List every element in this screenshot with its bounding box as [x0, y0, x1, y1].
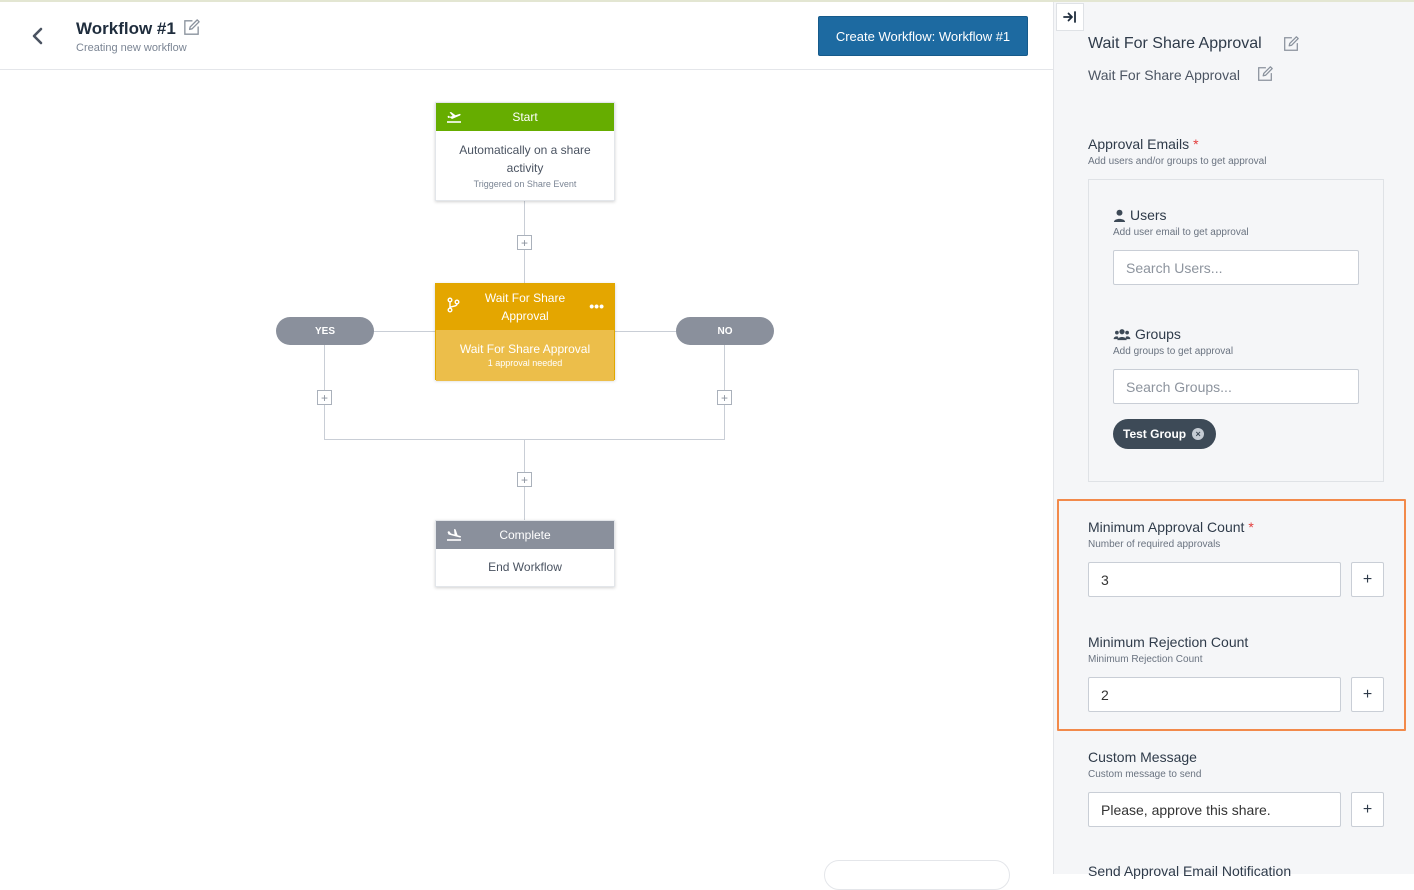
wait-node-header: Wait For Share Approval •••	[436, 284, 614, 330]
add-step-yes-branch[interactable]: +	[317, 390, 332, 405]
min-rejection-add-button[interactable]: +	[1351, 677, 1384, 712]
plane-landing-icon	[447, 529, 461, 541]
workflow-header: Workflow #1 Creating new workflow Create…	[0, 2, 1053, 70]
node-menu-icon[interactable]: •••	[589, 297, 604, 315]
min-approval-help: Number of required approvals	[1088, 539, 1221, 550]
start-node-header: Start	[436, 103, 614, 131]
workflow-title: Workflow #1	[76, 19, 176, 38]
start-node[interactable]: Start Automatically on a share activity …	[435, 102, 615, 201]
canvas-zoom-control[interactable]	[824, 860, 1010, 890]
users-label: Users	[1113, 207, 1167, 223]
custom-message-input[interactable]	[1088, 792, 1341, 827]
edit-step-title-icon[interactable]	[1282, 35, 1300, 53]
users-group-icon	[1113, 328, 1131, 340]
start-node-description: Automatically on a share activity	[459, 143, 591, 175]
yes-branch-pill[interactable]: YES	[276, 317, 374, 345]
users-help: Add user email to get approval	[1113, 227, 1249, 238]
min-approval-label: Minimum Approval Count *	[1088, 519, 1254, 535]
groups-label: Groups	[1113, 326, 1181, 342]
back-arrow-icon[interactable]	[28, 26, 48, 46]
plane-takeoff-icon	[447, 112, 461, 123]
approval-emails-box: Users Add user email to get approval Gro…	[1088, 179, 1384, 482]
add-step-no-branch[interactable]: +	[717, 390, 732, 405]
custom-message-label: Custom Message	[1088, 749, 1197, 765]
min-rejection-help: Minimum Rejection Count	[1088, 654, 1203, 665]
start-node-title: Start	[512, 110, 538, 124]
min-rejection-label: Minimum Rejection Count	[1088, 634, 1248, 650]
custom-message-help: Custom message to send	[1088, 769, 1202, 780]
search-groups-input[interactable]	[1113, 369, 1359, 404]
approval-emails-help: Add users and/or groups to get approval	[1088, 156, 1267, 167]
complete-node[interactable]: Complete End Workflow	[435, 520, 615, 587]
user-icon	[1113, 209, 1126, 222]
complete-node-header: Complete	[436, 521, 614, 549]
step-title: Wait For Share Approval	[1088, 35, 1262, 52]
group-chip-test-group[interactable]: Test Group ×	[1113, 419, 1217, 449]
complete-node-title: Complete	[499, 528, 551, 542]
group-chip-label: Test Group	[1123, 427, 1187, 441]
no-branch-pill[interactable]: NO	[676, 317, 774, 345]
connector-yes-wait	[373, 331, 435, 332]
approval-emails-label-text: Approval Emails	[1088, 136, 1190, 152]
min-rejection-input[interactable]	[1088, 677, 1341, 712]
search-users-input[interactable]	[1113, 250, 1359, 285]
wait-node-description: Wait For Share Approval	[459, 342, 591, 356]
users-label-text: Users	[1130, 207, 1167, 223]
groups-help: Add groups to get approval	[1113, 346, 1234, 357]
wait-approval-node[interactable]: Wait For Share Approval ••• Wait For Sha…	[435, 283, 615, 381]
add-step-after-start[interactable]: +	[517, 235, 532, 250]
wait-node-title: Wait For Share Approval	[484, 291, 566, 323]
send-notification-label: Send Approval Email Notification	[1088, 863, 1292, 879]
start-node-body: Automatically on a share activity Trigge…	[436, 131, 614, 197]
complete-node-description: End Workflow	[488, 560, 562, 574]
remove-chip-icon[interactable]: ×	[1192, 428, 1205, 440]
min-approval-input[interactable]	[1088, 562, 1341, 597]
collapse-sidebar-button[interactable]	[1056, 3, 1084, 31]
step-description: Wait For Share Approval	[1088, 67, 1240, 83]
workflow-canvas: + + + + Start Automatically on a share a…	[0, 71, 1053, 874]
approval-emails-label: Approval Emails *	[1088, 136, 1199, 152]
min-rejection-label-text: Minimum Rejection Count	[1088, 634, 1249, 650]
edit-step-description-icon[interactable]	[1256, 65, 1274, 83]
groups-label-text: Groups	[1135, 326, 1181, 342]
edit-title-icon[interactable]	[182, 18, 201, 37]
required-marker: *	[1193, 136, 1199, 152]
min-approval-add-button[interactable]: +	[1351, 562, 1384, 597]
start-node-trigger: Triggered on Share Event	[473, 179, 577, 189]
complete-node-body: End Workflow	[436, 549, 614, 584]
create-workflow-button[interactable]: Create Workflow: Workflow #1	[818, 16, 1028, 56]
branch-icon	[447, 297, 460, 313]
required-marker: *	[1248, 519, 1254, 535]
min-approval-label-text: Minimum Approval Count	[1088, 519, 1245, 535]
wait-node-approvals: 1 approval needed	[487, 358, 563, 368]
workflow-subtitle: Creating new workflow	[76, 42, 187, 54]
wait-node-body: Wait For Share Approval 1 approval neede…	[436, 330, 614, 381]
collapse-right-icon	[1063, 11, 1076, 23]
custom-message-label-text: Custom Message	[1088, 749, 1197, 765]
custom-message-add-button[interactable]: +	[1351, 792, 1384, 827]
add-step-before-complete[interactable]: +	[517, 472, 532, 487]
step-settings-sidebar: Wait For Share Approval Wait For Share A…	[1053, 2, 1414, 879]
connector-wait-no	[615, 331, 677, 332]
